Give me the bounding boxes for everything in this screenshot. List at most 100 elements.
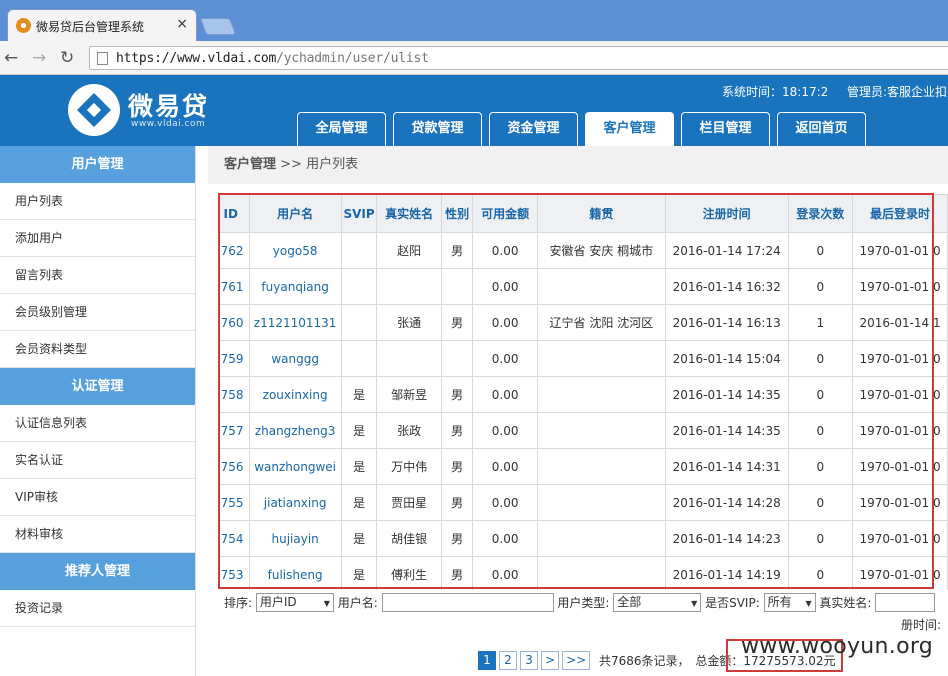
breadcrumb-section[interactable]: 客户管理 (224, 157, 276, 172)
cell-hometown: 辽宁省 沈阳 沈河区 (536, 304, 666, 341)
nav-loans[interactable]: 贷款管理 (393, 112, 482, 146)
close-icon[interactable]: × (176, 16, 188, 32)
cell-username[interactable]: yogo58 (248, 232, 342, 269)
col-header-logins[interactable]: 登录次数 (787, 194, 854, 233)
browser-tab[interactable]: 微易贷后台管理系统 × (7, 9, 197, 41)
page-1-button[interactable]: 1 (478, 651, 496, 670)
table-row[interactable]: 7754hujiayin是胡佳银男0.00 2016-01-14 14:23019… (218, 520, 948, 557)
cell-gender: 男 (440, 448, 474, 485)
col-header-balance[interactable]: 可用金额 (472, 194, 538, 233)
col-header-hometown[interactable]: 籍贯 (536, 194, 666, 233)
cell-realname: 胡佳银 (376, 520, 442, 557)
cell-gender: 男 (440, 520, 474, 557)
col-header-username[interactable]: 用户名 (248, 194, 342, 233)
reload-icon[interactable]: ↻ (60, 48, 74, 68)
cell-username[interactable]: fuyanqiang (248, 268, 342, 305)
cell-logins: 0 (787, 376, 854, 413)
nav-columns[interactable]: 栏目管理 (681, 112, 770, 146)
sidebar-item-verification-list[interactable]: 认证信息列表 (0, 405, 195, 442)
back-arrow-icon[interactable]: ← (4, 48, 18, 68)
cell-lastlogin: 2016-01-14 1 (852, 304, 948, 341)
cell-balance: 0.00 (472, 556, 538, 590)
nav-customers[interactable]: 客户管理 (585, 112, 674, 146)
main-content: 客户管理 >> 用户列表 ID 用户名 SVIP 真实姓名 性别 可用金额 籍贯… (208, 146, 948, 676)
col-header-svip[interactable]: SVIP (340, 194, 378, 233)
page-2-button[interactable]: 2 (499, 651, 517, 670)
cell-username[interactable]: hujiayin (248, 520, 342, 557)
sidebar-item-member-data-types[interactable]: 会员资料类型 (0, 331, 195, 368)
table-row[interactable]: 7760z1121101131张通男0.00辽宁省 沈阳 沈河区2016-01-… (218, 304, 948, 341)
nav-funds[interactable]: 资金管理 (489, 112, 578, 146)
col-header-lastlogin[interactable]: 最后登录时 (852, 194, 948, 233)
nav-home[interactable]: 返回首页 (777, 112, 866, 146)
usertype-label: 用户类型: (557, 596, 610, 610)
sidebar-item-add-user[interactable]: 添加用户 (0, 220, 195, 257)
cell-balance: 0.00 (472, 412, 538, 449)
sidebar-item-material-review[interactable]: 材料审核 (0, 516, 195, 553)
user-table: ID 用户名 SVIP 真实姓名 性别 可用金额 籍贯 注册时间 登录次数 最后… (218, 194, 948, 590)
breadcrumb-page: 用户列表 (306, 157, 359, 172)
cell-lastlogin: 1970-01-01 0 (852, 448, 948, 485)
cell-logins: 0 (787, 232, 854, 269)
table-row[interactable]: 7756wanzhongwei是万中伟男0.00 2016-01-14 14:31… (218, 448, 948, 485)
col-header-id[interactable]: ID (218, 194, 250, 233)
cell-logins: 1 (787, 304, 854, 341)
cell-logins: 0 (787, 448, 854, 485)
nav-global[interactable]: 全局管理 (297, 112, 386, 146)
cell-username[interactable]: zouxinxing (248, 376, 342, 413)
cell-username[interactable]: wanzhongwei (248, 448, 342, 485)
logo-name: 微易贷 (128, 92, 210, 121)
table-row[interactable]: 7758zouxinxing是邹新昱男0.00 2016-01-14 14:350… (218, 376, 948, 413)
cell-username[interactable]: wanggg (248, 340, 342, 377)
sidebar-group-users[interactable]: 用户管理 (0, 146, 195, 183)
table-row[interactable]: 7757zhangzheng3是张政男0.00 2016-01-14 14:350… (218, 412, 948, 449)
table-row[interactable]: 7762yogo58 赵阳男0.00安徽省 安庆 桐城市2016-01-14 17… (218, 232, 948, 269)
sidebar-item-messages[interactable]: 留言列表 (0, 257, 195, 294)
page-3-button[interactable]: 3 (520, 651, 538, 670)
app-header: 微易贷 www.vldai.com 系统时间：18:17:2 管理员:客服企业扣… (0, 75, 948, 146)
cell-svip (340, 304, 378, 341)
sidebar-group-referrers[interactable]: 推荐人管理 (0, 553, 195, 590)
table-row[interactable]: 7755jiatianxing是贾田星男0.00 2016-01-14 14:28… (218, 484, 948, 521)
table-row[interactable]: 7759wanggg 0.00 2016-01-14 15:0401970-01-0… (218, 340, 948, 377)
new-tab-button[interactable] (199, 18, 237, 35)
sort-select[interactable]: 用户ID (255, 593, 334, 612)
col-header-regtime[interactable]: 注册时间 (664, 194, 789, 233)
col-header-realname[interactable]: 真实姓名 (376, 194, 442, 233)
username-input[interactable] (381, 593, 554, 612)
cell-svip: 是 (340, 556, 378, 590)
cell-lastlogin: 1970-01-01 0 (852, 556, 948, 590)
sidebar-item-user-list[interactable]: 用户列表 (0, 183, 195, 220)
cell-lastlogin: 1970-01-01 0 (852, 412, 948, 449)
url-text[interactable]: https://www.vldai.com/ychadmin/user/ulis… (116, 51, 429, 66)
svip-select[interactable]: 所有 (763, 593, 816, 612)
sidebar-group-verification[interactable]: 认证管理 (0, 368, 195, 405)
cell-svip (340, 340, 378, 377)
sidebar-item-investments[interactable]: 投资记录 (0, 590, 195, 627)
sort-label: 排序: (224, 596, 253, 610)
sidebar-item-vip-review[interactable]: VIP审核 (0, 479, 195, 516)
cell-username[interactable]: z1121101131 (248, 304, 342, 341)
system-time: 系统时间：18:17:2 (722, 85, 829, 99)
cell-username[interactable]: jiatianxing (248, 484, 342, 521)
forward-arrow-icon[interactable]: → (32, 48, 46, 68)
cell-svip (340, 268, 378, 305)
cell-username[interactable]: fulisheng (248, 556, 342, 590)
main-nav: 全局管理 贷款管理 资金管理 客户管理 栏目管理 返回首页 (297, 112, 866, 146)
cell-id: 7753 (218, 556, 250, 590)
cell-realname (376, 340, 442, 377)
col-header-gender[interactable]: 性别 (440, 194, 474, 233)
table-row[interactable]: 7761fuyanqiang 0.00 2016-01-14 16:3201970-… (218, 268, 948, 305)
sidebar: 用户管理 用户列表 添加用户 留言列表 会员级别管理 会员资料类型 认证管理 认… (0, 146, 196, 676)
cell-username[interactable]: zhangzheng3 (248, 412, 342, 449)
next-page-button[interactable]: > (541, 651, 560, 670)
sidebar-item-member-levels[interactable]: 会员级别管理 (0, 294, 195, 331)
cell-hometown (536, 448, 666, 485)
url-bar[interactable]: https://www.vldai.com/ychadmin/user/ulis… (89, 46, 948, 70)
realname-input[interactable] (875, 593, 936, 612)
last-page-button[interactable]: >> (562, 651, 591, 670)
usertype-select[interactable]: 全部 (613, 593, 702, 612)
logo-domain: www.vldai.com (131, 119, 206, 129)
table-row[interactable]: 7753fulisheng是傅利生男0.00 2016-01-14 14:1901… (218, 556, 948, 590)
sidebar-item-realname[interactable]: 实名认证 (0, 442, 195, 479)
